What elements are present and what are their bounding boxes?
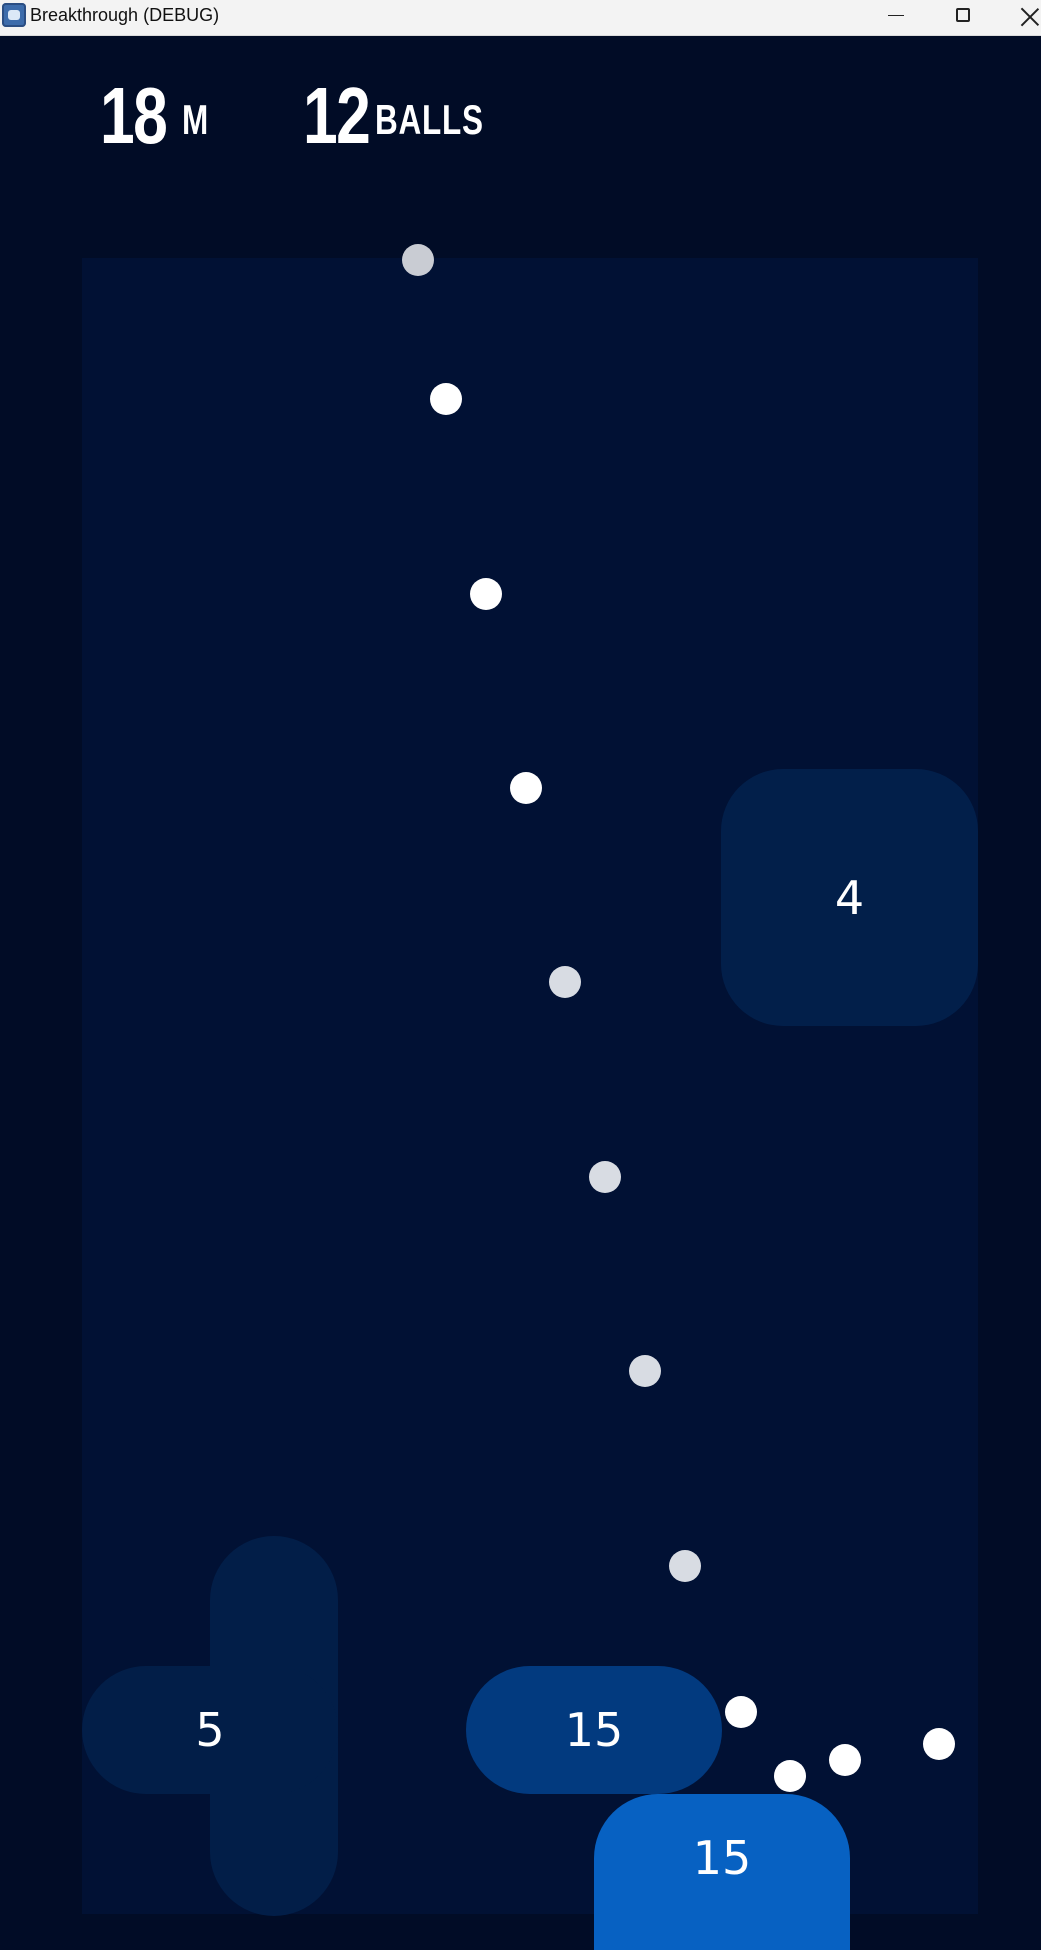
brick-5-label: 5 [195,1703,225,1757]
ball [725,1696,757,1728]
brick-15-bottom: 15 [594,1794,850,1950]
brick-4: 4 [721,769,978,1026]
maximize-icon[interactable] [935,0,991,35]
window-title: Breakthrough (DEBUG) [30,5,220,25]
godot-icon [2,3,26,27]
balls-counter: 12 BALLS [303,71,483,160]
ball [470,578,502,610]
ball [774,1760,806,1792]
ball [549,966,581,998]
brick-15-middle-label: 15 [564,1703,624,1757]
balls-value: 12 [303,71,371,160]
ball [589,1161,621,1193]
brick-15-bottom-label: 15 [692,1831,752,1885]
distance-value: 18 [100,71,168,160]
ball [669,1550,701,1582]
distance-counter: 18 M [100,71,208,160]
title-bar: Breakthrough (DEBUG) [0,0,1041,36]
brick-4-label: 4 [834,870,865,925]
close-icon[interactable] [1002,0,1041,35]
distance-unit: M [182,96,209,143]
ball [629,1355,661,1387]
ball [430,383,462,415]
ball [829,1744,861,1776]
ball [510,772,542,804]
minimize-icon[interactable] [868,0,924,35]
ball [402,244,434,276]
brick-5: 5 [82,1666,338,1794]
ball [923,1728,955,1760]
balls-unit: BALLS [375,96,484,143]
brick-15-middle: 15 [466,1666,722,1794]
